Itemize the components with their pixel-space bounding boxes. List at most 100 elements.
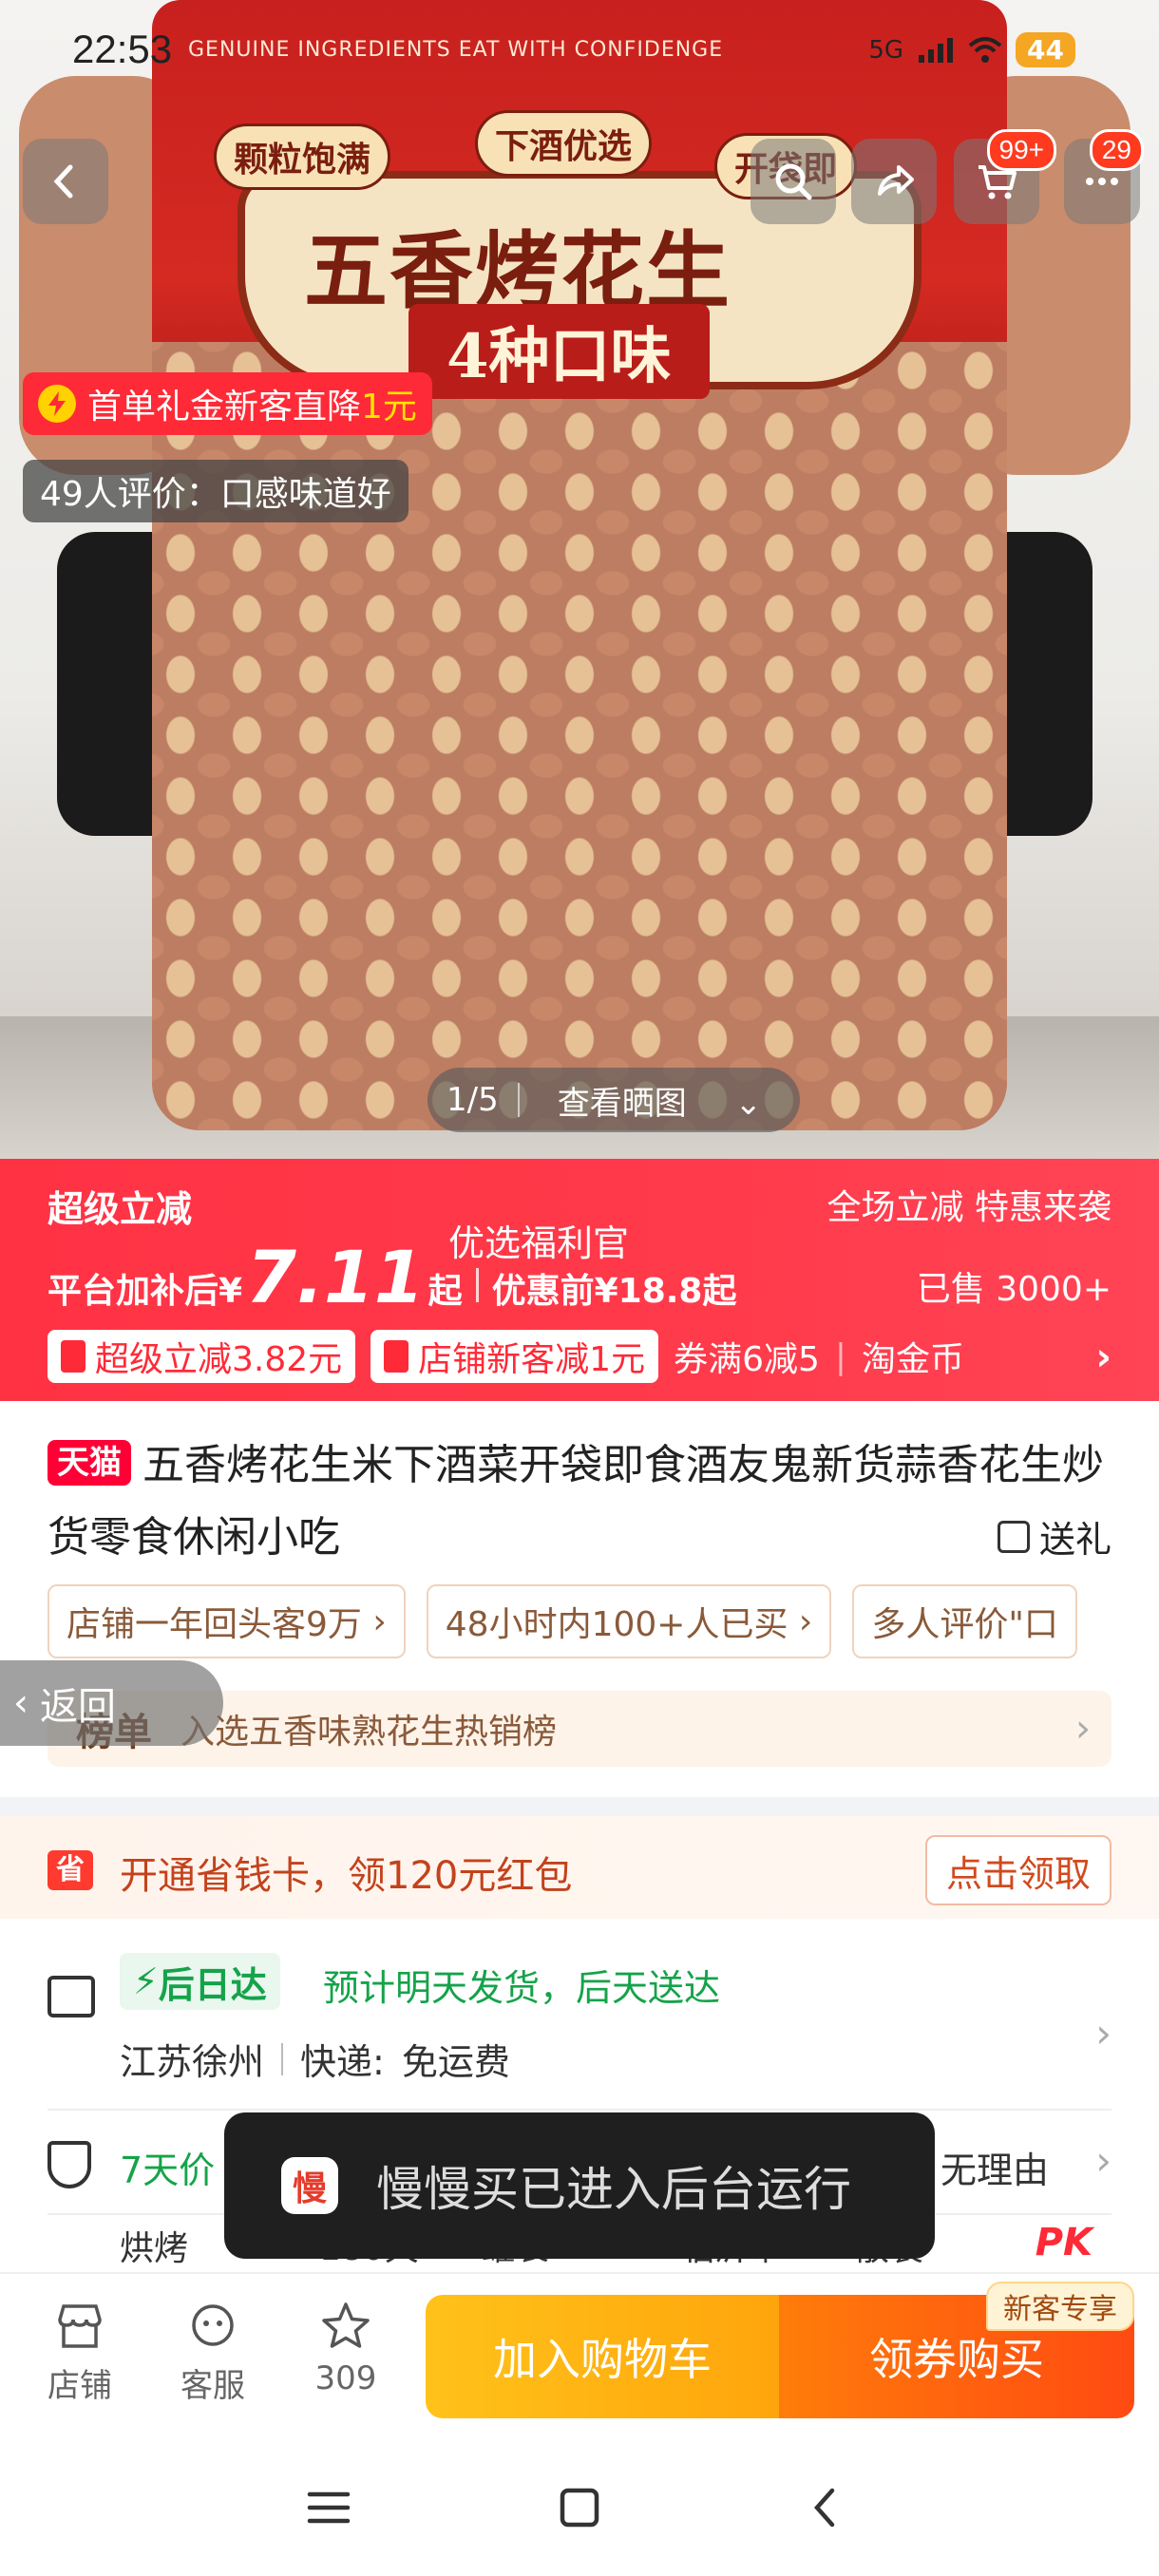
- promo-highlight: 1元: [361, 388, 417, 426]
- background-run-toast: 慢 慢慢买已进入后台运行: [224, 2112, 935, 2259]
- shop-label: 店铺: [48, 2367, 112, 2405]
- shop-icon: [58, 2304, 102, 2348]
- status-bar: 22:53 5G 44: [0, 0, 1159, 104]
- package-subtitle: 4种口味: [408, 304, 710, 399]
- first-order-promo-badge[interactable]: 首单礼金新客直降 1元: [23, 372, 432, 435]
- share-icon: [878, 165, 914, 196]
- ranking-text: 入选五香味熟花生热销榜: [180, 1713, 558, 1752]
- chevron-right-icon: ›: [798, 1601, 813, 1641]
- gift-label: 送礼: [1038, 1519, 1112, 1561]
- shipping-row[interactable]: ⚡ 后日达 预计明天发货，后天送达 江苏徐州 快递: 免运费 ›: [0, 1938, 1159, 2109]
- view-photos-link[interactable]: 查看晒图 ⌄: [520, 1077, 800, 1124]
- review-summary-badge[interactable]: 49人评价：口感味道好: [23, 460, 408, 522]
- price-row: 平台加补后¥ 7.11 起 优惠前¥18.8起: [48, 1235, 736, 1319]
- highlight-tags: 店铺一年回头客9万 › 48小时内100+人已买 › 多人评价"口: [48, 1584, 1112, 1658]
- express-fee: 免运费: [401, 2041, 510, 2083]
- status-icons: 5G 44: [868, 32, 1075, 67]
- shop-newcomer-chip[interactable]: 店铺新客减1元: [370, 1330, 659, 1383]
- favorite-count: 309: [314, 2359, 377, 2397]
- search-icon: [775, 163, 812, 200]
- home-icon[interactable]: [551, 2479, 608, 2536]
- price-prefix: 平台加补后¥: [48, 1272, 243, 1311]
- app-icon: 慢: [281, 2157, 338, 2214]
- promo-title: 超级立减: [48, 1188, 193, 1230]
- signal-icon: [919, 37, 954, 63]
- toast-message: 慢慢买已进入后台运行: [376, 2162, 851, 2217]
- price-guarantee: 7天价: [120, 2150, 216, 2191]
- package-tag-1: 颗粒饱满: [214, 123, 391, 190]
- share-button[interactable]: [851, 139, 937, 224]
- cart-button[interactable]: 99+: [954, 129, 1056, 224]
- promo-text: 首单礼金新客直降: [87, 388, 362, 426]
- delivery-badge: ⚡ 后日达: [120, 1953, 280, 2010]
- chevron-left-icon: ‹: [13, 1681, 28, 1725]
- pk-button[interactable]: PK: [1036, 2221, 1092, 2264]
- section-gap: [0, 1797, 1159, 1816]
- status-time: 22:53: [72, 27, 173, 71]
- favorite-button[interactable]: 309: [289, 2297, 403, 2397]
- gift-icon: [997, 1520, 1030, 1553]
- shop-button[interactable]: 店铺: [23, 2297, 137, 2406]
- back-icon[interactable]: [798, 2479, 855, 2536]
- return-label: 返回: [40, 1685, 116, 1729]
- return-pill-button[interactable]: ‹ 返回: [0, 1660, 223, 1746]
- coupon-text[interactable]: 券满6减5: [674, 1332, 820, 1381]
- tag-recent-buyers[interactable]: 48小时内100+人已买 ›: [426, 1584, 832, 1658]
- lightning-icon: ⚡: [133, 1960, 159, 2002]
- discount-chips: 超级立减3.82元 店铺新客减1元 券满6减5 | 淘金币: [48, 1330, 964, 1383]
- new-customer-badge: 新客专享: [986, 2282, 1134, 2331]
- super-discount-chip[interactable]: 超级立减3.82元: [48, 1330, 356, 1383]
- lightning-icon: [384, 1340, 409, 1373]
- chevron-right-icon: ›: [1095, 2010, 1112, 2056]
- tag-reviews[interactable]: 多人评价"口: [852, 1584, 1077, 1658]
- chevron-right-icon[interactable]: ›: [1096, 1335, 1112, 1379]
- delivery-badge-label: 后日达: [158, 1963, 267, 2006]
- promo-slogan: 全场立减 特惠来袭: [826, 1188, 1112, 1227]
- menu-icon[interactable]: [300, 2479, 357, 2536]
- network-label: 5G: [868, 35, 904, 65]
- battery-icon: 44: [1016, 32, 1075, 67]
- divider: [48, 2109, 1112, 2111]
- divider: [281, 2042, 284, 2075]
- product-title-text: 五香烤花生米下酒菜开袋即食酒友鬼新货蒜香花生炒货零食休闲小吃: [48, 1441, 1104, 1562]
- view-photos-label: 查看晒图: [557, 1084, 687, 1123]
- search-button[interactable]: [750, 139, 836, 224]
- message-count-badge: 29: [1089, 129, 1144, 171]
- super-discount-label: 超级立减3.82元: [95, 1340, 343, 1379]
- chevron-right-icon: ›: [1075, 1707, 1091, 1751]
- gift-button[interactable]: 送礼: [997, 1510, 1112, 1563]
- tmall-badge: 天猫: [48, 1440, 131, 1486]
- saving-card-row[interactable]: 省 开通省钱卡，领120元红包 点击领取: [0, 1816, 1159, 1919]
- sold-count: 已售 3000+: [916, 1270, 1112, 1309]
- coupon-divider: |: [834, 1336, 847, 1376]
- chevron-right-icon: ›: [1095, 2137, 1112, 2184]
- more-button[interactable]: 29: [1064, 129, 1144, 224]
- shipping-info: 江苏徐州 快递: 免运费: [120, 2033, 510, 2085]
- chevron-right-icon: ›: [372, 1601, 387, 1641]
- price-divider: [475, 1268, 479, 1302]
- add-to-cart-button[interactable]: 加入购物车: [426, 2295, 779, 2418]
- image-pager[interactable]: 1/5 查看晒图 ⌄: [428, 1068, 801, 1132]
- down-arrow-icon: [61, 1340, 86, 1373]
- wifi-icon: [968, 36, 1002, 63]
- chevron-down-icon: ⌄: [734, 1084, 763, 1123]
- product-title: 天猫 五香烤花生米下酒菜开袋即食酒友鬼新货蒜香花生炒货零食休闲小吃: [48, 1430, 1112, 1574]
- back-button[interactable]: [23, 139, 108, 224]
- delivery-eta: 预计明天发货，后天送达: [323, 1967, 721, 2009]
- cart-count-badge: 99+: [986, 129, 1056, 171]
- claim-button[interactable]: 点击领取: [924, 1835, 1112, 1905]
- service-label: 客服: [180, 2367, 245, 2405]
- ship-origin: 江苏徐州: [120, 2041, 265, 2083]
- saving-card-icon: 省: [48, 1850, 93, 1890]
- tag-repeat-customers[interactable]: 店铺一年回头客9万 ›: [48, 1584, 406, 1658]
- service-button[interactable]: 客服: [156, 2297, 270, 2406]
- pager-index: 1/5: [446, 1081, 499, 1119]
- tag-label: 店铺一年回头客9万: [66, 1605, 362, 1644]
- coin-text[interactable]: 淘金币: [862, 1332, 964, 1381]
- lightning-icon: [38, 385, 76, 423]
- system-navigation-bar: [0, 2434, 1159, 2576]
- package-tag-2: 下酒优选: [475, 110, 653, 177]
- shop-newcomer-label: 店铺新客减1元: [418, 1340, 646, 1379]
- price-value: 7.11: [246, 1235, 425, 1319]
- price-band: 超级立减 全场立减 特惠来袭 优选福利官 平台加补后¥ 7.11 起 优惠前¥1…: [0, 1159, 1159, 1401]
